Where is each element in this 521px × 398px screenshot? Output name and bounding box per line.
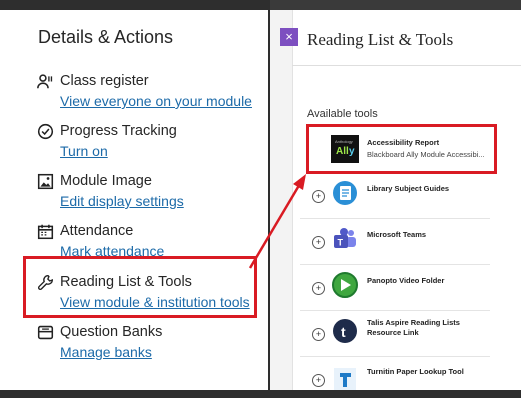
teams-icon: T — [331, 225, 359, 253]
item-label: Class register — [60, 73, 149, 89]
class-register-icon — [36, 72, 54, 90]
tool-name: Library Subject Guides — [367, 184, 450, 193]
divider — [292, 65, 521, 66]
tool-name: Panopto Video Folder — [367, 276, 445, 285]
library-guides-icon — [331, 179, 359, 207]
svg-text:t: t — [341, 324, 346, 340]
panel-side-strip — [270, 10, 293, 390]
module-image-item: Module Image Edit display settings — [36, 170, 261, 209]
tool-library-subject-guides[interactable]: + Library Subject Guides — [300, 176, 490, 219]
svg-text:T: T — [338, 238, 344, 248]
add-icon[interactable]: + — [312, 236, 325, 249]
tool-talis-aspire[interactable]: + t Talis Aspire Reading Lists Resource … — [300, 314, 490, 357]
add-icon[interactable]: + — [312, 190, 325, 203]
tool-panopto[interactable]: + Panopto Video Folder — [300, 268, 490, 311]
section-label: Available tools — [307, 108, 378, 120]
item-label: Attendance — [60, 223, 134, 239]
manage-banks-link[interactable]: Manage banks — [60, 344, 261, 360]
view-everyone-link[interactable]: View everyone on your module — [60, 93, 261, 109]
class-register-item: Class register View everyone on your mod… — [36, 70, 261, 109]
top-bar — [270, 0, 521, 10]
turn-on-link[interactable]: Turn on — [60, 143, 261, 159]
item-label: Question Banks — [60, 324, 163, 340]
progress-tracking-item: Progress Tracking Turn on — [36, 120, 261, 159]
add-icon[interactable]: + — [312, 328, 325, 341]
image-icon — [36, 172, 54, 190]
tool-name: Talis Aspire Reading Lists Resource Link — [367, 318, 460, 337]
turnitin-icon — [331, 365, 359, 393]
panel-title: Details & Actions — [38, 27, 174, 47]
item-label: Module Image — [60, 173, 152, 189]
highlight-box-reading-list — [23, 256, 257, 318]
calendar-icon — [36, 222, 54, 240]
attendance-item: Attendance Mark attendance — [36, 220, 261, 259]
highlight-box-accessibility-report — [306, 124, 497, 174]
item-label: Progress Tracking — [60, 123, 177, 139]
tool-microsoft-teams[interactable]: + T Microsoft Teams — [300, 222, 490, 265]
tool-name: Microsoft Teams — [367, 230, 427, 239]
panopto-icon — [331, 271, 359, 299]
add-icon[interactable]: + — [312, 282, 325, 295]
close-button[interactable]: × — [280, 28, 298, 46]
add-icon[interactable]: + — [312, 374, 325, 387]
tool-turnitin[interactable]: + Turnitin Paper Lookup Tool — [300, 360, 490, 390]
question-bank-icon — [36, 323, 54, 341]
talis-icon: t — [331, 317, 359, 345]
tool-name: Turnitin Paper Lookup Tool — [367, 367, 464, 376]
edit-display-settings-link[interactable]: Edit display settings — [60, 193, 261, 209]
panel-title: Reading List & Tools — [307, 30, 454, 49]
question-banks-item: Question Banks Manage banks — [36, 321, 261, 360]
check-circle-icon — [36, 122, 54, 140]
